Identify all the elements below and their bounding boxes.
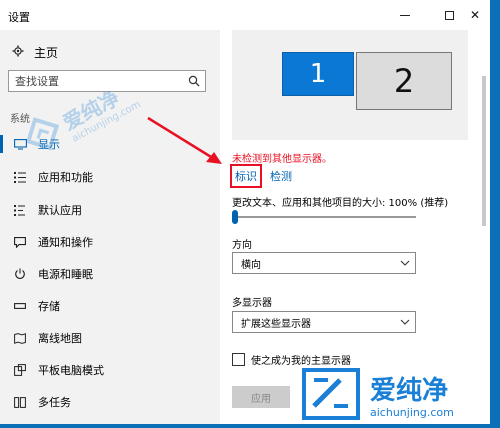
orientation-value: 横向 (241, 259, 261, 271)
sidebar-item-notifications[interactable]: 通知和操作 (0, 228, 220, 256)
list-icon (12, 171, 28, 183)
settings-window: 设置 ✕ 主页 查找设置 系统 显示 应用和功能 默认应用 通知和操作 电源和睡… (0, 0, 490, 424)
sidebar-item-label: 电源和睡眠 (38, 268, 93, 281)
title-bar: 设置 ✕ (0, 0, 490, 30)
scale-label: 更改文本、应用和其他项目的大小: 100% (推荐) (232, 198, 449, 209)
chevron-down-icon (395, 260, 415, 266)
minimize-button[interactable] (390, 0, 420, 30)
close-button[interactable]: ✕ (460, 0, 490, 30)
home-label: 主页 (34, 46, 59, 60)
maximize-icon (444, 10, 454, 20)
monitor-arrangement: 1 2 (232, 30, 468, 140)
annotation-arrow-icon (147, 116, 222, 164)
primary-display-option[interactable]: 使之成为我的主显示器 (232, 352, 351, 367)
monitor-2[interactable]: 2 (356, 52, 452, 110)
monitor-1[interactable]: 1 (282, 52, 354, 96)
identify-link[interactable]: 标识 (230, 164, 262, 188)
sidebar-item-multitasking[interactable]: 多任务 (0, 388, 220, 416)
map-icon (12, 332, 28, 344)
slider-track (232, 216, 416, 218)
display-content: 1 2 未检测到其他显示器。 标识 检测 更改文本、应用和其他项目的大小: 10… (220, 30, 490, 424)
multitask-icon (12, 396, 28, 408)
orientation-dropdown[interactable]: 横向 (232, 252, 416, 274)
close-icon: ✕ (469, 8, 481, 22)
sidebar-item-label: 多任务 (38, 396, 71, 409)
sidebar-item-label: 存储 (38, 300, 60, 313)
multi-display-dropdown[interactable]: 扩展这些显示器 (232, 311, 416, 333)
sidebar-item-label: 通知和操作 (38, 236, 93, 249)
storage-icon (12, 303, 28, 309)
search-icon[interactable] (183, 71, 205, 91)
watermark-url: aichunjing.com (370, 406, 454, 419)
error-message: 未检测到其他显示器。 (232, 154, 332, 165)
watermark-brand: 爱纯净 (370, 376, 449, 406)
minimize-icon (400, 14, 410, 16)
apply-button[interactable]: 应用 (232, 386, 290, 408)
scrollbar[interactable] (482, 76, 486, 226)
notification-icon (12, 236, 28, 248)
sidebar-item-offline-maps[interactable]: 离线地图 (0, 324, 220, 352)
primary-display-checkbox[interactable] (232, 353, 245, 366)
power-icon (12, 268, 28, 280)
sidebar-item-label: 平板电脑模式 (38, 364, 104, 377)
link-row: 标识 检测 (230, 164, 292, 188)
gear-icon (12, 45, 24, 60)
primary-display-label: 使之成为我的主显示器 (251, 356, 351, 367)
default-apps-icon (12, 204, 28, 216)
sidebar-item-label: 默认应用 (38, 204, 82, 217)
sidebar-home[interactable]: 主页 (12, 44, 58, 61)
watermark-logo-icon (302, 368, 360, 420)
detect-link[interactable]: 检测 (270, 168, 292, 184)
watermark-logo-bottom: 爱纯净 aichunjing.com (300, 366, 496, 426)
multi-display-value: 扩展这些显示器 (241, 318, 311, 330)
tablet-icon (12, 364, 28, 376)
chevron-down-icon (395, 319, 415, 325)
sidebar-item-default-apps[interactable]: 默认应用 (0, 196, 220, 224)
sidebar-item-storage[interactable]: 存储 (0, 292, 220, 320)
sidebar-item-tablet-mode[interactable]: 平板电脑模式 (0, 356, 220, 384)
multi-display-label: 多显示器 (232, 298, 272, 309)
sidebar: 主页 查找设置 系统 显示 应用和功能 默认应用 通知和操作 电源和睡眠 存储 … (0, 30, 220, 424)
orientation-label: 方向 (232, 240, 252, 251)
sidebar-item-label: 离线地图 (38, 332, 82, 345)
scale-slider[interactable] (232, 210, 416, 224)
slider-thumb[interactable] (232, 210, 238, 224)
window-title: 设置 (8, 11, 30, 24)
sidebar-item-power[interactable]: 电源和睡眠 (0, 260, 220, 288)
